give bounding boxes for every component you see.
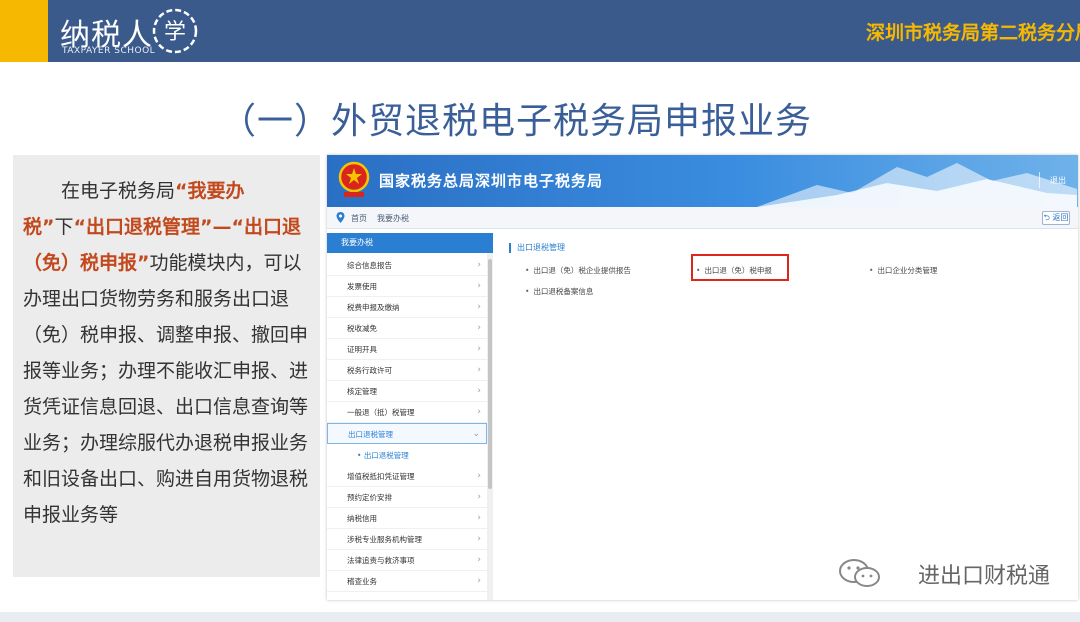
function-link[interactable]: 出口退（免）税企业提供报告 <box>525 265 631 276</box>
sidebar-item[interactable]: 税收减免 › <box>327 318 487 339</box>
sidebar-item[interactable]: 增值税抵扣凭证管理 › <box>327 466 487 487</box>
sidebar-item[interactable]: 税费申报及缴纳 › <box>327 297 487 318</box>
sidebar-item[interactable]: 核定管理 › <box>327 381 487 402</box>
description-text: 在电子税务局“我要办税”下“出口退税管理”—“出口退（免）税申报”功能模块内，可… <box>23 173 316 533</box>
location-pin-icon <box>336 212 345 223</box>
sidebar-item[interactable]: 税务行政许可 › <box>327 360 487 381</box>
chevron-right-icon: › <box>477 576 481 586</box>
portal-banner: 国家税务总局深圳市电子税务局 退出 <box>327 155 1078 207</box>
function-panel: 出口退税管理 出口退（免）税企业提供报告 出口退（免）税申报 出口企业分类管理 … <box>499 237 1074 597</box>
header-organization: 深圳市税务局第二税务分局 <box>865 22 1080 44</box>
chevron-right-icon: › <box>477 260 481 270</box>
banner-separator <box>1039 172 1040 188</box>
chevron-right-icon: › <box>477 492 481 502</box>
sidebar-item-export-refund[interactable]: 出口退税管理 ⌄ <box>327 423 487 444</box>
breadcrumb: 首页 我要办税 ⮌ 返回 <box>327 207 1078 229</box>
header-bar: 纳税人 学 TAXPAYER SCHOOL 深圳市税务局第二税务分局 <box>0 0 1080 62</box>
sidebar-item[interactable]: 一般退（抵）税管理 › <box>327 402 487 423</box>
wechat-icon <box>839 559 880 587</box>
logout-link[interactable]: 退出 <box>1050 175 1066 186</box>
chevron-right-icon: › <box>477 281 481 291</box>
highlight-box <box>691 254 789 281</box>
watermark-text: 进出口财税通 <box>917 564 1050 589</box>
sidebar-item[interactable]: 涉税专业服务机构管理 › <box>327 529 487 550</box>
brand-logo-subtitle: TAXPAYER SCHOOL <box>62 46 156 56</box>
chevron-right-icon: › <box>477 534 481 544</box>
brand-logo-mark-icon: 学 <box>152 8 198 54</box>
function-link[interactable]: 出口退税备案信息 <box>525 286 593 297</box>
chevron-right-icon: › <box>477 407 481 417</box>
sidebar-item[interactable]: 综合信息报告 › <box>327 255 487 276</box>
national-emblem-icon <box>338 161 370 197</box>
desc-part-3: 功能模块内，可以办理出口货物劳务和服务出口退（免）税申报、调整申报、撤回申报等业… <box>23 252 309 526</box>
sidebar-scrollbar-thumb[interactable] <box>488 259 492 489</box>
slide-title: （一）外贸退税电子税务局申报业务 <box>220 101 813 142</box>
sidebar-header: 我要办税 <box>327 233 493 253</box>
chevron-right-icon: › <box>477 302 481 312</box>
portal-sidebar: 我要办税 综合信息报告 › 发票使用 › 税费申报及缴纳 › 税收减免 › 证明开具 › … <box>327 233 493 600</box>
back-button-label: 返回 <box>1052 213 1069 222</box>
chevron-right-icon: › <box>477 555 481 565</box>
chevron-right-icon: › <box>477 513 481 523</box>
chevron-right-icon: › <box>477 323 481 333</box>
chevron-down-icon: ⌄ <box>472 429 480 439</box>
brand-logo-mark-char: 学 <box>164 20 186 45</box>
chevron-right-icon: › <box>477 365 481 375</box>
chevron-right-icon: › <box>477 344 481 354</box>
breadcrumb-current[interactable]: 我要办税 <box>377 213 409 224</box>
portal-title: 国家税务总局深圳市电子税务局 <box>379 172 604 190</box>
desc-part-2: 下 <box>54 216 74 238</box>
portal-screenshot: 国家税务总局深圳市电子税务局 退出 首页 我要办税 ⮌ 返回 我要办税 综合信息… <box>327 155 1078 600</box>
mountain-decoration-icon <box>757 163 1077 207</box>
sidebar-item[interactable]: 证明开具 › <box>327 339 487 360</box>
chevron-right-icon: › <box>477 386 481 396</box>
sidebar-item[interactable]: 法律追责与救济事项 › <box>327 550 487 571</box>
chevron-right-icon: › <box>477 471 481 481</box>
sidebar-item[interactable]: 发票使用 › <box>327 276 487 297</box>
section-title: 出口退税管理 <box>509 243 565 253</box>
function-link[interactable]: 出口企业分类管理 <box>869 265 937 276</box>
sidebar-item[interactable]: 纳税信用 › <box>327 508 487 529</box>
desc-part-1: 在电子税务局 <box>61 180 176 202</box>
header-accent-block <box>0 0 48 62</box>
sidebar-item[interactable]: 稽查业务 › <box>327 571 487 592</box>
sidebar-item[interactable]: 预约定价安排 › <box>327 487 487 508</box>
bottom-strip <box>0 612 1080 622</box>
description-panel: 在电子税务局“我要办税”下“出口退税管理”—“出口退（免）税申报”功能模块内，可… <box>13 155 320 577</box>
sidebar-subitem-export-refund[interactable]: • 出口退税管理 <box>327 445 487 466</box>
breadcrumb-home[interactable]: 首页 <box>351 213 367 224</box>
back-button[interactable]: ⮌ 返回 <box>1042 211 1070 225</box>
